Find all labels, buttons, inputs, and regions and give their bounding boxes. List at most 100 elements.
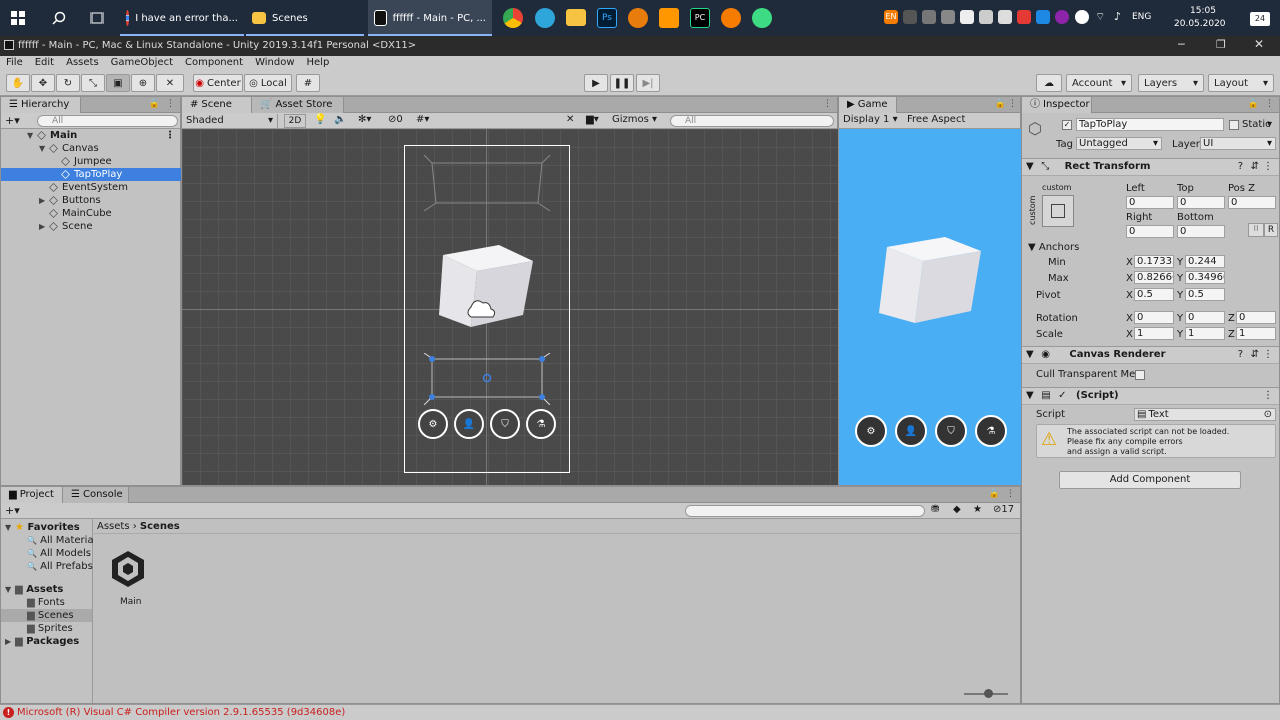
panel-menu-icon[interactable]: ⋮	[823, 99, 832, 109]
rotation-y-field[interactable]: 0	[1185, 311, 1225, 324]
lock-icon[interactable]: 🔒	[149, 99, 160, 109]
grid-snap-icon[interactable]: #	[296, 74, 320, 92]
lock-icon[interactable]: 🔒	[995, 99, 1006, 109]
grid-icon[interactable]: #▾	[416, 114, 429, 125]
anchor-max-y-field[interactable]: 0.34960	[1185, 271, 1225, 284]
tray-app-icon[interactable]	[1055, 10, 1069, 24]
tree-item-scene[interactable]: ▶ Scene	[1, 220, 181, 233]
script-object-field[interactable]: ▤ Text ⊙	[1134, 408, 1276, 421]
tray-app-icon[interactable]	[960, 10, 974, 24]
pause-button[interactable]: ❚❚	[610, 74, 634, 92]
filter-type-icon[interactable]: ⛃	[931, 504, 939, 515]
shading-dropdown[interactable]: Shaded ▾	[184, 114, 278, 128]
display-dropdown[interactable]: Display 1 ▾	[843, 114, 898, 125]
telegram-icon[interactable]	[535, 8, 555, 28]
shield-button[interactable]: ⛉	[490, 409, 520, 439]
main-cube[interactable]	[437, 237, 537, 329]
preset-icon[interactable]: ⇵	[1251, 347, 1259, 363]
audio-icon[interactable]: 🔈	[334, 114, 346, 125]
tray-app-icon[interactable]	[979, 10, 993, 24]
filter-label-icon[interactable]: ◆	[953, 504, 961, 515]
tray-settings-icon[interactable]	[941, 10, 955, 24]
hidden-objects-icon[interactable]: ⊘0	[388, 114, 403, 125]
raw-edit-button[interactable]: R	[1264, 223, 1278, 237]
tab-game[interactable]: ▶ Game	[839, 97, 897, 113]
folder-fonts[interactable]: ▆ Fonts	[1, 596, 92, 609]
unity-scene-icon[interactable]	[108, 549, 148, 589]
right-field[interactable]: 0	[1126, 225, 1174, 238]
top-field[interactable]: 0	[1177, 196, 1225, 209]
add-component-button[interactable]: Add Component	[1059, 471, 1241, 489]
game-settings-button[interactable]: ⚙	[855, 415, 887, 447]
menu-component[interactable]: Component	[179, 56, 249, 70]
scale-z-field[interactable]: 1	[1236, 327, 1276, 340]
scene-search-input[interactable]: All	[670, 115, 834, 127]
tab-scene[interactable]: # Scene	[182, 97, 252, 113]
settings-button[interactable]: ⚙	[418, 409, 448, 439]
minimize-icon[interactable]: ─	[1178, 38, 1185, 51]
aspect-dropdown[interactable]: Free Aspect	[907, 114, 965, 125]
static-checkbox[interactable]	[1229, 120, 1239, 130]
scale-tool-icon[interactable]: ⤡	[81, 74, 105, 92]
clock-time[interactable]: 15:05	[1190, 6, 1216, 16]
hidden-packages-icon[interactable]: ⊘17	[993, 504, 1014, 515]
account-dropdown[interactable]: Account ▾	[1066, 74, 1132, 92]
object-name-field[interactable]: TapToPlay	[1076, 118, 1224, 131]
menu-help[interactable]: Help	[301, 56, 336, 70]
menu-file[interactable]: File	[0, 56, 29, 70]
panel-menu-icon[interactable]: ⋮	[1008, 99, 1017, 109]
game-profile-button[interactable]: 👤	[895, 415, 927, 447]
lock-icon[interactable]: 🔒	[989, 489, 1000, 499]
breadcrumb-root[interactable]: Assets	[97, 521, 130, 532]
transform-tool-icon[interactable]: ⊕	[131, 74, 155, 92]
scale-x-field[interactable]: 1	[1134, 327, 1174, 340]
lock-icon[interactable]: 🔒	[1248, 99, 1259, 109]
tray-app-icon[interactable]	[998, 10, 1012, 24]
component-menu-icon[interactable]: ⋮	[1263, 388, 1273, 404]
game-shield-button[interactable]: ⛉	[935, 415, 967, 447]
add-object-icon[interactable]: +▾	[5, 114, 20, 127]
tab-project[interactable]: ▆ Project	[1, 487, 63, 503]
game-viewport[interactable]: ⚙ 👤 ⛉ ⚗	[839, 129, 1021, 485]
layers-dropdown[interactable]: Layers ▾	[1138, 74, 1204, 92]
tab-asset-store[interactable]: 🛒 Asset Store	[252, 97, 344, 113]
taptoplay-rect-gizmo[interactable]	[422, 353, 552, 405]
blueprint-mode-icon[interactable]: ⁝⁝	[1248, 223, 1264, 237]
taskbar-chrome-window[interactable]: I have an error tha...	[120, 0, 244, 36]
fav-all-models[interactable]: 🔍 All Models	[1, 547, 92, 560]
taskbar-unity-window[interactable]: ffffff - Main - PC, ...	[368, 0, 492, 36]
pivot-local-button[interactable]: ◎ Local	[244, 74, 292, 92]
rotation-x-field[interactable]: 0	[1134, 311, 1174, 324]
keyboard-language[interactable]: ENG	[1132, 12, 1151, 22]
scene-viewport[interactable]: ⚙ 👤 ⛉ ⚗	[182, 129, 838, 485]
tray-vpn-icon[interactable]	[922, 10, 936, 24]
favorites-folder[interactable]: ▼ ★ Favorites	[1, 521, 92, 534]
gizmos-dropdown[interactable]: Gizmos ▾	[612, 114, 657, 125]
tree-item-main[interactable]: ▼ Main ⋮	[1, 129, 181, 142]
tab-hierarchy[interactable]: ☰ Hierarchy	[1, 97, 81, 113]
move-tool-icon[interactable]: ✥	[31, 74, 55, 92]
layer-dropdown[interactable]: UI ▾	[1200, 137, 1276, 150]
mode-2d-toggle[interactable]: 2D	[284, 114, 306, 128]
posz-field[interactable]: 0	[1228, 196, 1276, 209]
blender-icon[interactable]	[628, 8, 648, 28]
help-icon[interactable]: ?	[1238, 347, 1243, 363]
folder-sprites[interactable]: ▆ Sprites	[1, 622, 92, 635]
tree-item-eventsystem[interactable]: EventSystem	[1, 181, 181, 194]
windows-start-icon[interactable]	[6, 0, 30, 36]
panel-menu-icon[interactable]: ⋮	[1265, 99, 1274, 109]
wifi-icon[interactable]: ⌔	[1095, 10, 1109, 24]
tree-item-canvas[interactable]: ▼ Canvas	[1, 142, 181, 155]
maximize-icon[interactable]: ❐	[1216, 38, 1226, 51]
pycharm-icon[interactable]: PC	[690, 8, 710, 28]
tab-console[interactable]: ☰ Console	[63, 487, 129, 503]
anchor-min-x-field[interactable]: 0.17333	[1134, 255, 1174, 268]
chrome-pinned-icon[interactable]	[503, 8, 523, 28]
cloud-icon[interactable]: ☁	[1036, 74, 1062, 92]
script-component-header[interactable]: ▼ ▤ ✓ (Script) ⋮	[1022, 387, 1279, 405]
pivot-y-field[interactable]: 0.5	[1185, 288, 1225, 301]
fav-all-prefabs[interactable]: 🔍 All Prefabs	[1, 560, 93, 573]
layout-dropdown[interactable]: Layout ▾	[1208, 74, 1274, 92]
tab-inspector[interactable]: ⓘ Inspector	[1022, 97, 1092, 113]
tray-app-icon[interactable]	[1017, 10, 1031, 24]
